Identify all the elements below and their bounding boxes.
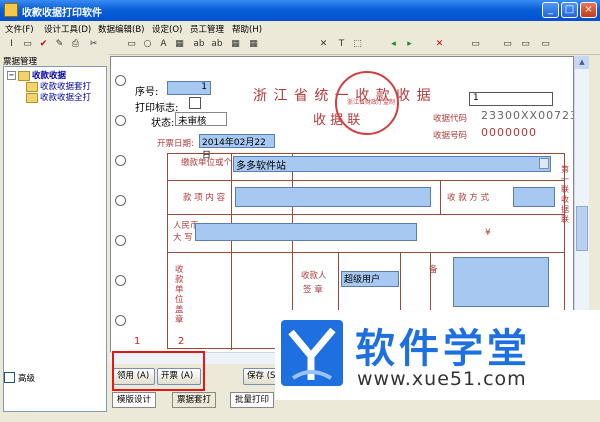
check-icon[interactable]: ✔ — [38, 39, 49, 50]
serial-field[interactable]: 1 — [167, 81, 211, 95]
export-icon[interactable]: ▭ — [520, 39, 531, 50]
menu-help[interactable]: 帮助(H) — [232, 23, 262, 35]
watermark-logo: 软件学堂 www.xue51.com — [275, 310, 600, 400]
tree-view[interactable]: − 收款收据 收款收据套打 收款收据全打 — [3, 66, 107, 412]
status-field[interactable]: 未审核 — [175, 112, 227, 127]
print-icon[interactable]: ⎙ — [70, 39, 81, 50]
punch-hole — [115, 315, 126, 326]
right-number-field[interactable]: 1 — [469, 92, 553, 106]
scroll-up-icon[interactable]: ▲ — [575, 56, 589, 69]
rmb-label-2: 大 写 — [173, 233, 193, 243]
item-label: 款 项 内 容 — [183, 193, 226, 203]
advanced-label: 高级 — [18, 374, 36, 384]
text-icon[interactable]: A — [158, 39, 169, 50]
menu-design-tools[interactable]: 设计工具(D) — [44, 23, 91, 35]
annotation-2: 2 — [178, 336, 185, 347]
payee-label-1: 收款人 — [301, 271, 327, 281]
rmb-uppercase-field[interactable] — [195, 223, 417, 241]
print-flag-checkbox[interactable] — [189, 97, 201, 109]
method-field[interactable] — [513, 187, 555, 207]
maximize-button[interactable]: □ — [561, 2, 578, 18]
close-x-icon[interactable]: ✕ — [434, 39, 445, 50]
cursor-icon[interactable]: I — [6, 39, 17, 50]
title-bar: 收款收据打印软件 _ □ × — [0, 0, 600, 21]
tab-template-design[interactable]: 模版设计 — [112, 392, 157, 408]
database-icon[interactable]: ▭ — [502, 39, 513, 50]
receipt-code-value: 23300XX00723 — [481, 109, 574, 122]
highlight-box — [112, 351, 205, 391]
tree-item-fullprint[interactable]: 收款收据全打 — [26, 91, 91, 103]
next-icon[interactable]: ▸ — [404, 39, 415, 50]
payee-label-2: 签 章 — [303, 285, 323, 295]
annotation-1: 1 — [134, 336, 141, 347]
tab-batch-print[interactable]: 批量打印 — [230, 392, 275, 408]
close-button[interactable]: × — [580, 2, 597, 18]
app-icon — [4, 3, 18, 17]
receipt-code-label: 收据代码 — [433, 114, 468, 124]
cut-icon[interactable]: ✂ — [88, 39, 99, 50]
seal-text: 浙江省财政厅监制 — [347, 99, 396, 106]
menu-data-edit[interactable]: 数据编辑(B) — [98, 23, 144, 35]
save-icon[interactable]: ▭ — [22, 39, 33, 50]
grid-icon[interactable]: ▦ — [230, 39, 241, 50]
folder-icon — [26, 92, 38, 103]
font-icon[interactable]: T — [336, 39, 347, 50]
field-icon[interactable]: ab — [210, 39, 224, 50]
tab-overprint[interactable]: 票据套打 — [172, 392, 217, 408]
menu-file[interactable]: 文件(F) — [5, 23, 34, 35]
toolbar: I ▭ ✔ ✎ ⎙ ✂ ▭ ○ A ▦ ab ab ▦ ▦ ✕ T ⬚ ◂ ▸ … — [0, 36, 600, 55]
print-flag-label: 打印标志: — [135, 103, 179, 114]
logo-url: www.xue51.com — [357, 368, 527, 390]
receipt-no-label: 收据号码 — [433, 131, 468, 141]
tree-item-label: 收款收据全打 — [40, 93, 92, 103]
user-icon[interactable]: ▭ — [540, 39, 551, 50]
delete-icon[interactable]: ✕ — [318, 39, 329, 50]
advanced-checkbox[interactable] — [4, 372, 15, 383]
prev-icon[interactable]: ◂ — [388, 39, 399, 50]
unit-label: 收款单位盖章 — [175, 265, 184, 325]
payer-dropdown-button[interactable] — [539, 158, 549, 169]
official-seal: 浙江省财政厅监制 — [335, 71, 399, 135]
item-field[interactable] — [235, 187, 431, 207]
punch-hole — [115, 155, 126, 166]
side-note: 第一联 收据联 — [561, 165, 569, 224]
window-title: 收款收据打印软件 — [22, 8, 102, 19]
logo-icon — [281, 320, 343, 386]
menu-staff[interactable]: 员工管理 — [190, 23, 224, 35]
grid2-icon[interactable]: ▦ — [248, 39, 259, 50]
left-panel: 票据管理 − 收款收据 收款收据套打 收款收据全打 — [0, 54, 109, 422]
minimize-button[interactable]: _ — [542, 2, 559, 18]
collapse-icon[interactable]: − — [7, 71, 16, 80]
status-label: 状态: — [151, 118, 175, 129]
logo-text: 软件学堂 — [355, 326, 531, 372]
punch-hole — [115, 275, 126, 286]
scroll-thumb[interactable] — [576, 206, 588, 251]
serial-label: 序号: — [135, 87, 159, 98]
yen-symbol: ¥ — [485, 228, 491, 238]
menu-bar: 文件(F) 设计工具(D) 数据编辑(B) 设定(O) 员工管理 帮助(H) — [0, 21, 600, 36]
folder-icon — [26, 81, 38, 92]
ellipse-icon[interactable]: ○ — [142, 39, 153, 50]
punch-hole — [115, 115, 126, 126]
payer-label: 缴款单位或个人 — [181, 158, 241, 168]
issue-date-field[interactable]: 2014年02月22日 — [199, 134, 275, 161]
punch-hole — [115, 235, 126, 246]
tool-icon[interactable]: ▭ — [470, 39, 481, 50]
note-label: 备 — [429, 265, 438, 275]
rectangle-icon[interactable]: ▭ — [126, 39, 137, 50]
menu-settings[interactable]: 设定(O) — [152, 23, 182, 35]
payer-field[interactable]: 多多软件站 — [233, 156, 551, 172]
edit-icon[interactable]: ✎ — [54, 39, 65, 50]
table-icon[interactable]: ▦ — [174, 39, 185, 50]
payee-field[interactable]: 超级用户 — [341, 271, 399, 287]
punch-hole — [115, 75, 126, 86]
receipt-no-value: 0000000 — [481, 126, 537, 139]
folder-icon — [18, 70, 30, 81]
method-label: 收 款 方 式 — [447, 193, 490, 203]
frame-icon[interactable]: ⬚ — [352, 39, 363, 50]
note-field[interactable] — [453, 257, 549, 307]
punch-hole — [115, 195, 126, 206]
label-icon[interactable]: ab — [192, 39, 206, 50]
issue-date-label: 开票日期: — [157, 139, 194, 149]
